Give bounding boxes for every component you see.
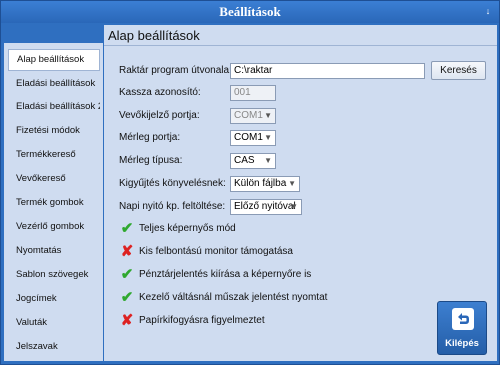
chevron-down-icon: ▼ bbox=[290, 202, 298, 211]
scale-port-label: Mérleg portja: bbox=[119, 132, 181, 143]
sidebar-item-eladasi-beallitasok[interactable]: Eladási beállítások bbox=[8, 73, 100, 95]
check-icon: ✔ bbox=[120, 289, 134, 306]
settings-window: Beállítások ↓ Alap beállítások Eladási b… bbox=[0, 0, 500, 365]
chevron-down-icon: ▼ bbox=[264, 111, 272, 120]
cash-report-screen-label: Pénztárjelentés kiírása a képernyőre is bbox=[139, 269, 312, 280]
cross-icon: ✘ bbox=[120, 243, 134, 260]
sidebar-item-sablon-szovegek[interactable]: Sablon szövegek bbox=[8, 264, 100, 286]
scale-port-value: COM1 bbox=[234, 132, 263, 143]
scale-type-value: CAS bbox=[234, 155, 255, 166]
sidebar-item-fizetesi-modok[interactable]: Fizetési módok bbox=[8, 120, 100, 142]
sidebar-item-termek-gombok[interactable]: Termék gombok bbox=[8, 192, 100, 214]
exit-label: Kilépés bbox=[445, 338, 479, 349]
cash-report-screen-checkbox[interactable]: ✔ Pénztárjelentés kiírása a képernyőre is bbox=[119, 266, 312, 283]
shift-report-checkbox[interactable]: ✔ Kezelő váltásnál műszak jelentést nyomt… bbox=[119, 289, 328, 306]
sidebar-item-jogcimek[interactable]: Jogcímek bbox=[8, 288, 100, 310]
title-divider bbox=[104, 45, 497, 46]
search-button[interactable]: Keresés bbox=[431, 61, 486, 80]
collection-book-label: Kigyűjtés könyvelésnek: bbox=[119, 178, 226, 189]
shift-report-label: Kezelő váltásnál műszak jelentést nyomta… bbox=[139, 292, 328, 303]
collection-book-select[interactable]: Külön fájlba ▼ bbox=[230, 176, 300, 192]
sidebar-item-eladasi-beallitasok-2[interactable]: Eladási beállítások 2 bbox=[8, 96, 100, 118]
chevron-down-icon: ▼ bbox=[288, 179, 296, 188]
pin-icon[interactable]: ↓ bbox=[483, 5, 493, 17]
cashier-id-label: Kassza azonosító: bbox=[119, 87, 201, 98]
customer-display-port-label: Vevőkijelző portja: bbox=[119, 110, 200, 121]
sidebar-item-valutak[interactable]: Valuták bbox=[8, 312, 100, 334]
fullscreen-checkbox[interactable]: ✔ Teljes képernyős mód bbox=[119, 221, 236, 237]
chevron-down-icon: ▼ bbox=[264, 133, 272, 142]
paper-warning-label: Papírkifogyásra figyelmeztet bbox=[139, 315, 265, 326]
fullscreen-label: Teljes képernyős mód bbox=[139, 223, 236, 234]
chevron-down-icon: ▼ bbox=[264, 156, 272, 165]
check-icon: ✔ bbox=[120, 266, 134, 283]
low-res-monitor-label: Kis felbontású monitor támogatása bbox=[139, 246, 293, 257]
exit-button[interactable]: Kilépés bbox=[437, 301, 487, 355]
low-res-monitor-checkbox[interactable]: ✘ Kis felbontású monitor támogatása bbox=[119, 244, 293, 260]
daily-opening-select[interactable]: Előző nyitóval ▼ bbox=[230, 199, 302, 215]
sidebar-item-jelszavak[interactable]: Jelszavak bbox=[8, 336, 100, 358]
cross-icon: ✘ bbox=[120, 312, 134, 329]
collection-book-value: Külön fájlba bbox=[234, 178, 287, 189]
sidebar-item-termekkereso[interactable]: Termékkereső bbox=[8, 144, 100, 166]
paper-warning-checkbox[interactable]: ✘ Papírkifogyásra figyelmeztet bbox=[119, 313, 265, 329]
warehouse-path-input[interactable]: C:\raktar bbox=[230, 63, 425, 79]
daily-opening-value: Előző nyitóval bbox=[234, 201, 296, 212]
warehouse-path-label: Raktár program útvonala: bbox=[119, 65, 232, 76]
settings-sidebar: Alap beállítások Eladási beállítások Ela… bbox=[4, 43, 103, 361]
customer-display-port-value: COM1 bbox=[234, 110, 263, 121]
window-title: Beállítások bbox=[219, 4, 281, 19]
sidebar-item-vevokereso[interactable]: Vevőkereső bbox=[8, 168, 100, 190]
scale-type-select[interactable]: CAS ▼ bbox=[230, 153, 276, 169]
sidebar-item-nyomtatas[interactable]: Nyomtatás bbox=[8, 240, 100, 262]
sidebar-item-vezerlo-gombok[interactable]: Vezérlő gombok bbox=[8, 216, 100, 238]
scale-type-label: Mérleg típusa: bbox=[119, 155, 183, 166]
daily-opening-label: Napi nyitó kp. feltöltése: bbox=[119, 201, 226, 212]
customer-display-port-select[interactable]: COM1 ▼ bbox=[230, 108, 276, 124]
settings-content: Alap beállítások Raktár program útvonala… bbox=[104, 25, 497, 361]
page-title: Alap beállítások bbox=[108, 28, 200, 43]
sidebar-item-alap-beallitasok[interactable]: Alap beállítások bbox=[8, 49, 100, 71]
check-icon: ✔ bbox=[120, 220, 134, 237]
back-arrow-icon bbox=[452, 308, 474, 330]
cashier-id-input[interactable]: 001 bbox=[230, 85, 276, 101]
window-titlebar: Beállítások ↓ bbox=[1, 1, 499, 23]
scale-port-select[interactable]: COM1 ▼ bbox=[230, 130, 276, 146]
